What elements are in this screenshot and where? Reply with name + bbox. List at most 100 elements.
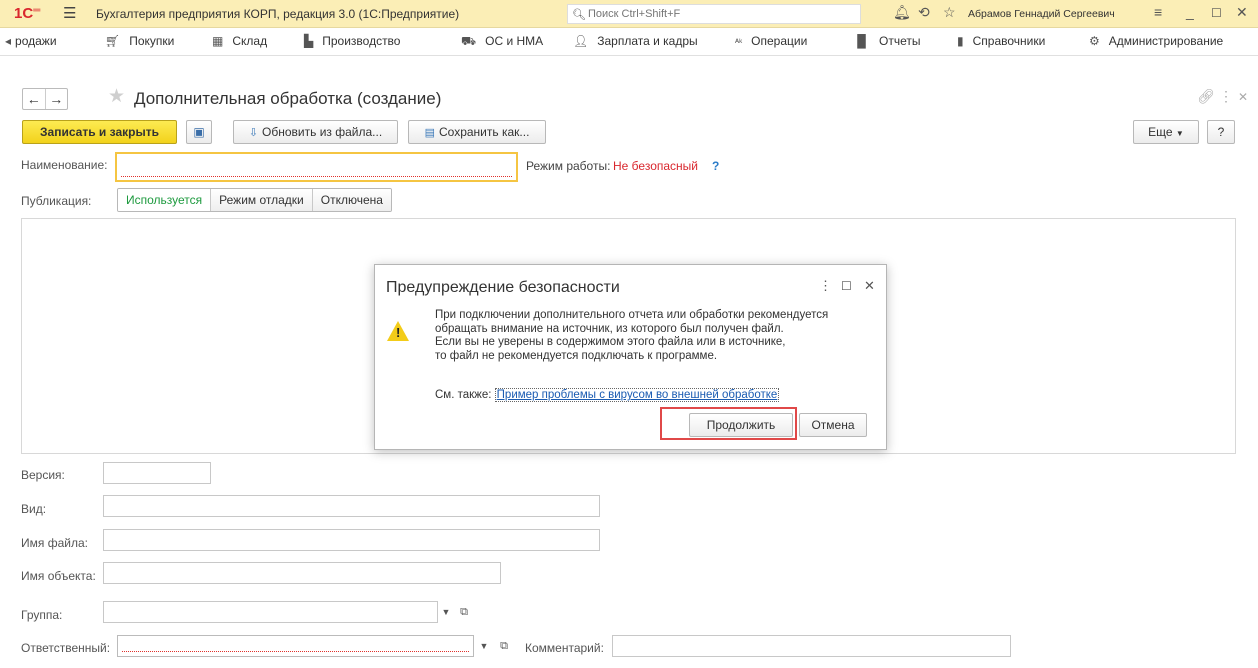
close-icon[interactable]: ✕ — [1236, 4, 1248, 21]
section-label: Покупки — [129, 34, 175, 48]
message-line: Если вы не уверены в содержимом этого фа… — [435, 336, 786, 348]
user-name[interactable]: Абрамов Геннадий Сергеевич — [968, 8, 1115, 20]
publication-label: Публикация: — [21, 194, 92, 208]
more-button[interactable]: Еще ▼ — [1133, 120, 1199, 144]
cancel-button[interactable]: Отмена — [799, 413, 867, 437]
back-arrow-icon[interactable]: ← — [23, 89, 46, 109]
group-label: Группа: — [21, 608, 63, 622]
virus-example-link[interactable]: Пример проблемы с вирусом во внешней обр… — [494, 388, 780, 402]
filename-field[interactable] — [103, 529, 600, 551]
main-menu-icon[interactable]: ☰ — [63, 4, 76, 22]
dialog-title: Предупреждение безопасности — [386, 279, 620, 296]
objectname-field[interactable] — [103, 562, 501, 584]
highlight-frame — [660, 407, 797, 440]
settings-menu-icon[interactable]: ≡ — [1154, 4, 1162, 20]
version-label: Версия: — [21, 468, 65, 482]
more-vertical-icon[interactable]: ⋮ — [1219, 88, 1233, 105]
more-vertical-icon[interactable]: ⋮ — [819, 278, 832, 294]
refresh-file-icon: ⇩ — [248, 127, 259, 139]
dialog-message: При подключении дополнительного отчета и… — [435, 309, 875, 363]
gear-icon: ⚙ — [1089, 34, 1100, 48]
message-line: При подключении дополнительного отчета и… — [435, 309, 829, 321]
form-close-icon[interactable]: ✕ — [1238, 90, 1248, 104]
operations-icon: ᴬᵏ — [735, 37, 743, 47]
section-label: Администрирование — [1108, 34, 1224, 48]
filename-label: Имя файла: — [21, 536, 88, 550]
kind-label: Вид: — [21, 502, 47, 516]
title-bar: 1С═ ☰ Бухгалтерия предприятия КОРП, реда… — [0, 0, 1258, 28]
section-sales[interactable]: ◂ родажи — [5, 34, 57, 48]
section-label: ОС и НМА — [485, 34, 544, 48]
chevron-down-icon: ▼ — [1175, 129, 1184, 138]
name-field[interactable] — [115, 152, 518, 182]
mode-help-link[interactable]: ? — [712, 159, 719, 173]
responsible-field[interactable] — [117, 635, 474, 657]
objectname-label: Имя объекта: — [21, 569, 96, 583]
section-fixed-assets[interactable]: ⛟ ОС и НМА — [461, 34, 543, 50]
section-administration[interactable]: ⚙ Администрирование — [1089, 34, 1223, 48]
report-icon: ▐▌ — [853, 34, 871, 48]
favorites-icon[interactable]: ☆ — [943, 4, 956, 21]
open-icon[interactable]: ⧉ — [496, 635, 512, 657]
message-line: то файл не рекомендуется подключать к пр… — [435, 349, 718, 362]
open-icon[interactable]: ⧉ — [456, 601, 472, 623]
message-line: обращать внимание на источник, из которо… — [435, 322, 784, 335]
app-title: Бухгалтерия предприятия КОРП, редакция 3… — [96, 7, 460, 21]
link-icon[interactable]: 🔗︎ — [1197, 88, 1215, 105]
notifications-icon[interactable]: 🔔︎ — [893, 4, 911, 21]
comment-label: Комментарий: — [525, 641, 604, 655]
section-warehouse[interactable]: ▦ Склад — [212, 34, 267, 48]
publication-used[interactable]: Используется — [118, 189, 212, 211]
search-icon: 🔍︎ — [572, 8, 586, 21]
form-title: Дополнительная обработка (создание) — [134, 89, 442, 108]
see-also-label: См. также: — [435, 389, 492, 401]
section-label: Склад — [232, 34, 268, 48]
nav-buttons: ← → — [22, 88, 68, 110]
publication-disabled[interactable]: Отключена — [312, 189, 391, 211]
see-also: См. также: Пример проблемы с вирусом во … — [435, 388, 780, 402]
button-label: Сохранить как... — [439, 125, 530, 139]
maximize-icon[interactable]: ☐ — [841, 279, 852, 293]
global-search[interactable]: 🔍︎ — [567, 4, 861, 24]
save-icon[interactable]: ▣ — [186, 120, 212, 144]
section-production[interactable]: ▙ Производство — [304, 34, 400, 48]
factory-icon: ▙ — [304, 34, 314, 48]
update-from-file-button[interactable]: ⇩ Обновить из файла... — [233, 120, 398, 144]
publication-switch: Используется Режим отладки Отключена — [117, 188, 392, 212]
security-warning-dialog: Предупреждение безопасности ⋮ ☐ ✕ ! При … — [374, 264, 887, 450]
section-salary[interactable]: 👤︎ Зарплата и кадры — [573, 34, 698, 48]
help-button[interactable]: ? — [1207, 120, 1235, 144]
close-icon[interactable]: ✕ — [864, 278, 875, 294]
forward-arrow-icon[interactable]: → — [46, 89, 68, 109]
minimize-icon[interactable]: _ — [1186, 4, 1194, 20]
cart-icon: 🛒︎ — [105, 34, 121, 48]
mode-label: Режим работы: — [526, 159, 611, 173]
favorite-star-icon[interactable]: ★ — [108, 85, 125, 108]
section-reports[interactable]: ▐▌ Отчеты — [853, 34, 921, 48]
chevron-down-icon[interactable]: ▼ — [438, 601, 454, 623]
name-input[interactable] — [117, 154, 516, 180]
section-directories[interactable]: ▮ Справочники — [957, 34, 1045, 48]
app-logo[interactable]: 1С═ — [14, 5, 40, 22]
search-input[interactable] — [588, 8, 848, 20]
comment-field[interactable] — [612, 635, 1011, 657]
version-field[interactable] — [103, 462, 211, 484]
publication-debug[interactable]: Режим отладки — [211, 189, 313, 211]
section-purchases[interactable]: 🛒︎ Покупки — [105, 34, 174, 48]
button-label: Еще — [1148, 125, 1173, 139]
section-label: Зарплата и кадры — [597, 34, 698, 48]
book-icon: ▮ — [957, 34, 964, 48]
maximize-icon[interactable]: ☐ — [1211, 6, 1222, 20]
chevron-left-icon: ◂ — [5, 34, 12, 48]
section-operations[interactable]: ᴬᵏ Операции — [735, 34, 807, 48]
save-close-button[interactable]: Записать и закрыть — [22, 120, 177, 144]
group-field[interactable] — [103, 601, 438, 623]
responsible-label: Ответственный: — [21, 641, 111, 655]
section-label: Справочники — [972, 34, 1046, 48]
history-icon[interactable]: ⟲ — [918, 4, 930, 21]
chevron-down-icon[interactable]: ▼ — [476, 635, 492, 657]
logo-text: 1С — [14, 5, 34, 22]
mode-value: Не безопасный — [613, 159, 698, 173]
kind-field[interactable] — [103, 495, 600, 517]
save-as-button[interactable]: ▤ Сохранить как... — [408, 120, 546, 144]
